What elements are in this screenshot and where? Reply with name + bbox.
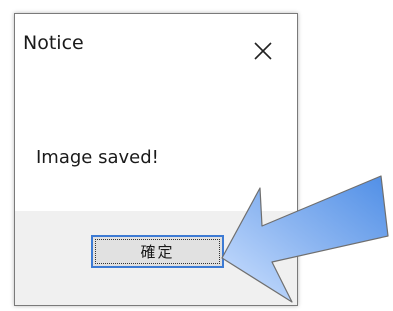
pointer-arrow-annotation	[221, 175, 389, 303]
